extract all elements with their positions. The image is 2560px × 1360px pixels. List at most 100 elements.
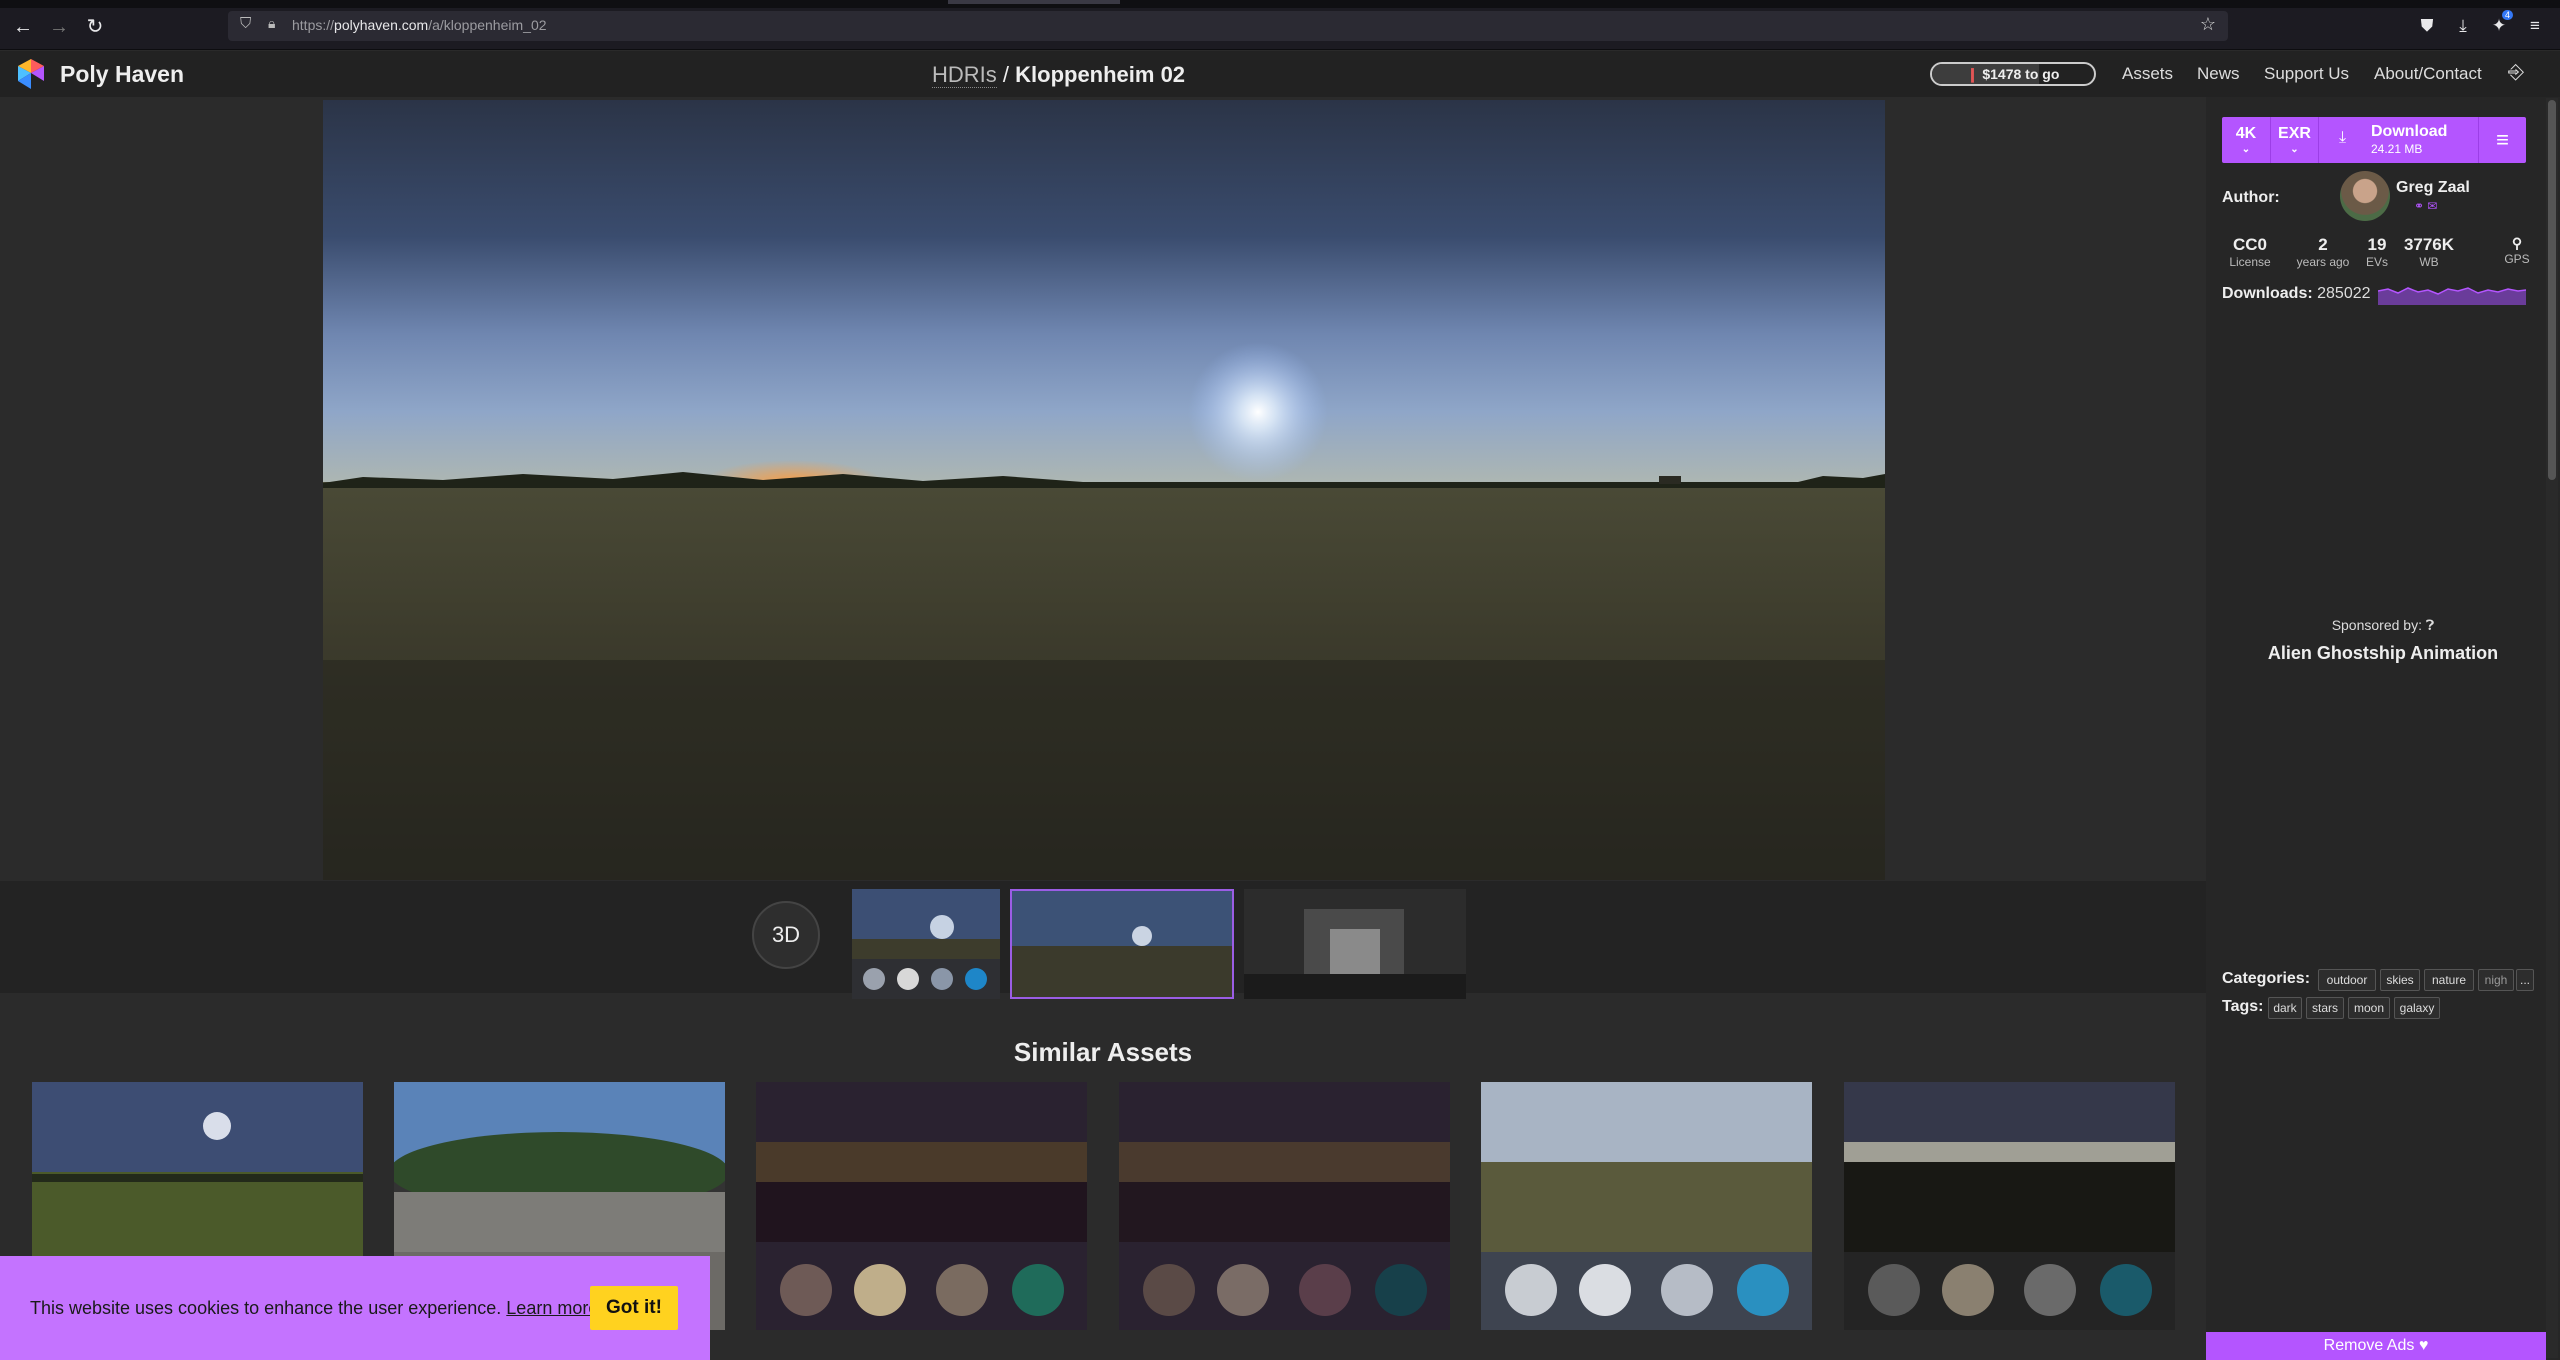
reload-icon[interactable]: ↻ xyxy=(82,14,108,40)
cookie-accept-button[interactable]: Got it! xyxy=(590,1286,678,1330)
funding-goal[interactable]: ❙ $1478 to go xyxy=(1930,62,2096,86)
download-button[interactable]: ⤓ Download 24.21 MB xyxy=(2318,117,2478,163)
similar-asset-card[interactable] xyxy=(1844,1082,2175,1330)
downloads-icon[interactable]: ⤓ xyxy=(2450,13,2476,39)
3d-viewer-button[interactable]: 3D xyxy=(752,901,820,969)
tag-chip[interactable]: stars xyxy=(2306,997,2344,1019)
breadcrumb-separator: / xyxy=(996,62,1016,87)
tab-strip xyxy=(0,0,2560,8)
downloads-sparkline[interactable] xyxy=(2378,281,2526,305)
stat-gps-key: GPS xyxy=(2504,252,2530,266)
shield-icon[interactable]: ⛉ xyxy=(240,15,251,32)
stat-wb: 3776K WB xyxy=(2398,235,2460,269)
stat-age-key: years ago xyxy=(2296,255,2350,269)
page-scrollbar[interactable] xyxy=(2546,98,2558,1358)
breadcrumb-hdris-link[interactable]: HDRIs xyxy=(932,62,997,88)
tag-chip[interactable]: moon xyxy=(2348,997,2390,1019)
learn-more-link[interactable]: Learn more. xyxy=(506,1298,603,1318)
stat-age: 2 years ago xyxy=(2292,235,2354,269)
similar-assets-title: Similar Assets xyxy=(1013,1037,1193,1067)
tag-chip[interactable]: galaxy xyxy=(2394,997,2440,1019)
resolution-value: 4K xyxy=(2235,125,2257,142)
similar-asset-card[interactable] xyxy=(1119,1082,1450,1330)
cookie-text: This website uses cookies to enhance the… xyxy=(30,1298,603,1319)
category-chip[interactable]: skies xyxy=(2380,969,2420,991)
author-label: Author: xyxy=(2222,189,2280,206)
extension-badge: 4 xyxy=(2502,10,2514,20)
category-chip[interactable]: outdoor xyxy=(2318,969,2376,991)
sponsor-name[interactable]: Alien Ghostship Animation xyxy=(2206,643,2560,664)
back-icon[interactable]: ← xyxy=(10,14,36,40)
browser-toolbar: ← → ↻ ⛉ 🔒︎ https://polyhaven.com/a/klopp… xyxy=(0,0,2560,50)
chevron-down-icon: ⌄ xyxy=(2241,144,2251,155)
author-links: ⚭ ✉ xyxy=(2414,199,2437,213)
stat-license[interactable]: CC0 License xyxy=(2222,235,2278,269)
download-size: 24.21 MB xyxy=(2371,142,2423,156)
download-icon: ⤓ xyxy=(2339,129,2347,146)
sponsor-label-text: Sponsored by: xyxy=(2331,617,2422,633)
avatar[interactable] xyxy=(2340,171,2390,221)
active-tab[interactable] xyxy=(948,0,1120,4)
author-name[interactable]: Greg Zaal xyxy=(2396,179,2470,197)
nav-assets[interactable]: Assets xyxy=(2122,64,2173,84)
downloads-value: 285022 xyxy=(2317,285,2371,302)
download-bar: 4K ⌄ EXR ⌄ ⤓ Download 24.21 MB ≡ xyxy=(2222,117,2526,163)
nav-news[interactable]: News xyxy=(2197,64,2240,84)
resolution-select[interactable]: 4K ⌄ xyxy=(2222,117,2270,163)
stat-gps[interactable]: ⚲ GPS xyxy=(2500,235,2534,266)
preview-thumbnail-bar: 3D xyxy=(0,881,2206,999)
hdri-preview-image[interactable] xyxy=(323,100,1885,880)
stat-license-key: License xyxy=(2229,255,2271,269)
poly-haven-logo[interactable] xyxy=(16,57,46,91)
category-chip[interactable]: nigh xyxy=(2478,969,2514,991)
stat-evs-value: 19 xyxy=(2367,235,2387,254)
format-select[interactable]: EXR ⌄ xyxy=(2270,117,2318,163)
remove-ads-label: Remove Ads xyxy=(2323,1337,2415,1354)
bookmark-star-icon[interactable]: ☆ xyxy=(2200,14,2216,35)
nav-support[interactable]: Support Us xyxy=(2264,64,2349,84)
funding-goal-text: $1478 to go xyxy=(1982,66,2060,82)
downloads-count: Downloads: 285022 xyxy=(2222,285,2371,303)
nav-about[interactable]: About/Contact xyxy=(2374,64,2482,84)
stat-wb-value: 3776K xyxy=(2403,235,2455,254)
download-options-menu-icon[interactable]: ≡ xyxy=(2478,117,2526,163)
url-text[interactable]: https://polyhaven.com/a/kloppenheim_02 xyxy=(292,17,547,33)
thumbnail-spheres[interactable] xyxy=(852,889,1000,999)
stat-evs-key: EVs xyxy=(2365,255,2388,269)
similar-asset-card[interactable] xyxy=(756,1082,1087,1330)
thumbnail-render[interactable] xyxy=(1244,889,1466,999)
brand-name[interactable]: Poly Haven xyxy=(60,61,184,88)
stat-age-value: 2 xyxy=(2318,235,2328,254)
pocket-icon[interactable]: ⛊ xyxy=(2414,13,2440,39)
main-content: 3D Similar Assets xyxy=(0,97,2206,1360)
cookie-banner: This website uses cookies to enhance the… xyxy=(0,1256,710,1360)
login-icon[interactable]: ⎆ xyxy=(2508,61,2524,84)
remove-ads-button[interactable]: Remove Ads ♥ xyxy=(2206,1332,2546,1360)
flag-icon: ❙ xyxy=(1966,66,1979,82)
chevron-down-icon: ⌄ xyxy=(2290,144,2299,155)
site-header: Poly Haven HDRIs / Kloppenheim 02 ❙ $1478… xyxy=(0,51,2560,97)
lock-icon[interactable]: 🔒︎ xyxy=(268,15,275,32)
category-chip[interactable]: nature xyxy=(2424,969,2474,991)
stat-wb-key: WB xyxy=(2419,255,2439,269)
help-icon[interactable]: ❓︎ xyxy=(2426,617,2434,633)
breadcrumb: HDRIs / Kloppenheim 02 xyxy=(932,62,1185,88)
asset-sidebar: 4K ⌄ EXR ⌄ ⤓ Download 24.21 MB ≡ Author: G… xyxy=(2206,97,2560,1360)
link-icon[interactable]: ⚭ xyxy=(2414,199,2424,213)
heart-icon: ♥ xyxy=(2418,1337,2429,1354)
scrollbar-thumb[interactable] xyxy=(2548,100,2556,480)
similar-asset-card[interactable] xyxy=(1481,1082,1812,1330)
forward-icon[interactable]: → xyxy=(46,14,72,40)
downloads-label: Downloads: xyxy=(2222,285,2313,302)
sponsor-label: Sponsored by: ❓︎ xyxy=(2206,617,2560,634)
tags-label: Tags: xyxy=(2222,998,2264,1015)
address-bar[interactable]: ⛉ 🔒︎ https://polyhaven.com/a/kloppenheim… xyxy=(228,11,2228,41)
tag-chip[interactable]: dark xyxy=(2268,997,2302,1019)
menu-icon[interactable]: ≡ xyxy=(2522,13,2548,39)
thumbnail-panorama[interactable] xyxy=(1010,889,1234,999)
email-icon[interactable]: ✉ xyxy=(2427,199,2437,213)
stat-evs: 19 EVs xyxy=(2362,235,2392,269)
stat-license-value: CC0 xyxy=(2232,235,2267,254)
more-categories-button[interactable]: ... xyxy=(2516,969,2534,991)
format-value: EXR xyxy=(2278,125,2311,142)
